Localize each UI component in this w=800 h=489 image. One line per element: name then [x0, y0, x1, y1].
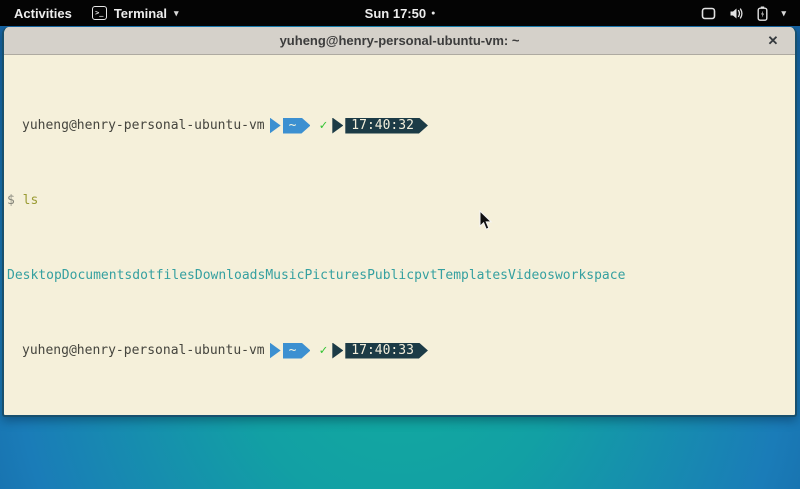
window-titlebar[interactable]: yuheng@henry-personal-ubuntu-vm: ~ ✕	[4, 27, 795, 55]
activities-button[interactable]: Activities	[10, 4, 76, 23]
app-menu-terminal[interactable]: >_ Terminal ▾	[92, 6, 179, 21]
prompt-user: yuheng@henry-personal-ubuntu-vm	[7, 118, 265, 133]
directory-item: Templates	[438, 268, 508, 283]
time-ribbon: 17:40:33	[332, 343, 428, 359]
ribbon-arrow-icon	[332, 343, 343, 359]
prompt-time: 17:40:33	[345, 343, 428, 359]
prompt-line: yuheng@henry-personal-ubuntu-vm ~ ✓ 17:4…	[7, 118, 793, 133]
notification-dot-icon: ●	[431, 10, 435, 17]
prompt-path: ~	[283, 343, 311, 359]
directory-item: dotfiles	[132, 268, 195, 283]
directory-item: workspace	[555, 268, 625, 283]
directory-item: Public	[367, 268, 414, 283]
check-icon: ✓	[319, 343, 327, 358]
directory-item: Music	[265, 268, 304, 283]
directory-item: Desktop	[7, 268, 62, 283]
ribbon-arrow-icon	[270, 343, 281, 359]
system-menu[interactable]: ▾	[701, 0, 800, 26]
ls-output: Desktop Documents dotfiles Downloads Mus…	[7, 268, 793, 283]
prompt-user: yuheng@henry-personal-ubuntu-vm	[7, 343, 265, 358]
clock-label: Sun 17:50	[365, 6, 426, 21]
app-menu-label: Terminal	[114, 6, 167, 21]
time-ribbon: 17:40:32	[332, 118, 428, 134]
directory-item: Videos	[508, 268, 555, 283]
command-line: $ ls	[7, 193, 793, 208]
path-ribbon: ~	[270, 343, 311, 359]
system-menu-chevron-icon: ▾	[781, 8, 786, 19]
check-icon: ✓	[319, 118, 327, 133]
top-bar: Activities >_ Terminal ▾ Sun 17:50 ● ▾	[0, 0, 800, 26]
prompt-line: yuheng@henry-personal-ubuntu-vm ~ ✓ 17:4…	[7, 343, 793, 358]
prompt-time: 17:40:32	[345, 118, 428, 134]
terminal-window: yuheng@henry-personal-ubuntu-vm: ~ ✕ yuh…	[2, 27, 797, 417]
display-icon	[701, 7, 716, 20]
terminal-content[interactable]: yuheng@henry-personal-ubuntu-vm ~ ✓ 17:4…	[4, 55, 795, 417]
directory-item: Downloads	[195, 268, 265, 283]
terminal-app-icon: >_	[92, 6, 107, 20]
command-text: ls	[23, 193, 39, 208]
close-button[interactable]: ✕	[763, 31, 783, 51]
ribbon-arrow-icon	[332, 118, 343, 134]
directory-item: Pictures	[304, 268, 367, 283]
close-icon: ✕	[768, 33, 779, 49]
directory-item: Documents	[62, 268, 132, 283]
prompt-path: ~	[283, 118, 311, 134]
path-ribbon: ~	[270, 118, 311, 134]
battery-charging-icon	[757, 6, 768, 21]
volume-icon	[729, 7, 744, 20]
clock-button[interactable]: Sun 17:50 ●	[365, 6, 436, 21]
shell-prompt-symbol: $	[7, 193, 15, 208]
window-title: yuheng@henry-personal-ubuntu-vm: ~	[280, 33, 520, 48]
ribbon-arrow-icon	[270, 118, 281, 134]
chevron-down-icon: ▾	[174, 8, 179, 19]
directory-item: pvt	[414, 268, 437, 283]
